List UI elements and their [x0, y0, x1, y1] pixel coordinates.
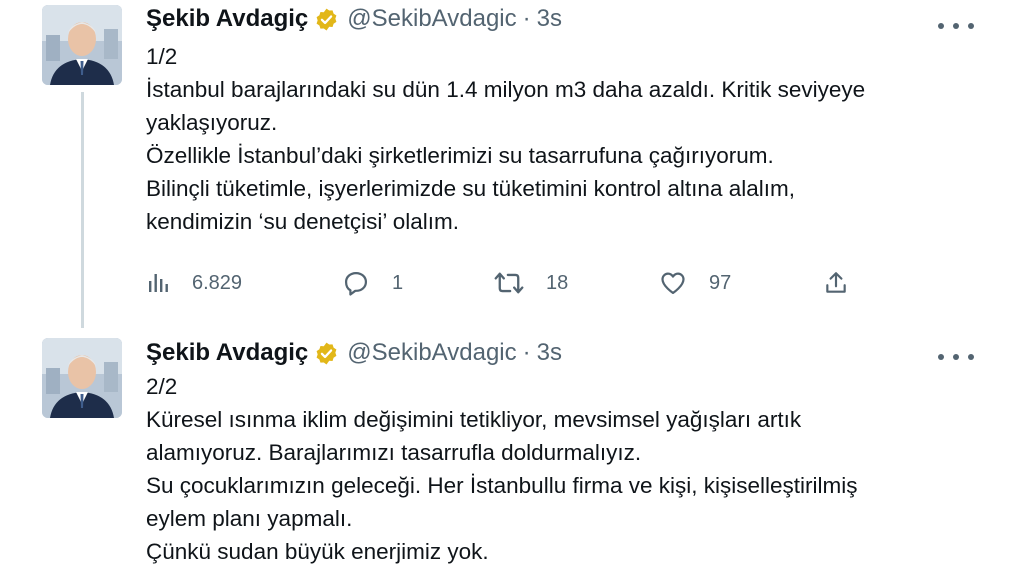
retweet-count: 18	[546, 271, 569, 294]
tweet-text-line: eylem planı yapmalı.	[146, 506, 353, 531]
like-count: 97	[709, 271, 732, 294]
thread-connector-line	[81, 92, 84, 328]
tweet-2[interactable]: Şekib Avdagiç @SekibAvdagic · 3s 2/2 Kür…	[0, 330, 1024, 576]
tweet-text-line: Çünkü sudan büyük enerjimiz yok.	[146, 539, 489, 564]
verified-badge-icon	[314, 7, 339, 32]
heart-icon	[661, 272, 685, 295]
author-handle[interactable]: @SekibAvdagic	[347, 339, 516, 367]
author-handle[interactable]: @SekibAvdagic	[347, 5, 516, 33]
analytics-icon	[149, 274, 168, 292]
retweet-icon	[494, 272, 524, 294]
tweet-1[interactable]: Şekib Avdagiç @SekibAvdagic · 3s 1/2 İst…	[0, 0, 1024, 330]
views-count: 6.829	[192, 271, 243, 294]
thread-view: Şekib Avdagiç @SekibAvdagic · 3s 1/2 İst…	[0, 0, 1024, 576]
avatar[interactable]	[42, 5, 122, 85]
tweet-text-line: alamıyoruz. Barajlarımızı tasarrufla dol…	[146, 440, 642, 465]
tweet-text-line: 1/2	[146, 44, 178, 69]
tweet-text: 1/2 İstanbul barajlarındaki su dün 1.4 m…	[146, 40, 976, 238]
reply-button[interactable]: 1	[342, 265, 403, 301]
tweet-text-line: 2/2	[146, 374, 178, 399]
retweet-button[interactable]: 18	[494, 265, 568, 301]
tweet-text-line: kendimizin ‘su denetçisi’ olalım.	[146, 209, 460, 234]
tweet-text-line: Bilinçli tüketimle, işyerlerimizde su tü…	[146, 176, 795, 201]
more-options-icon[interactable]	[938, 345, 974, 369]
tweet-text-line: Su çocuklarımızın geleceği. Her İstanbul…	[146, 473, 858, 498]
tweet-header: Şekib Avdagiç @SekibAvdagic · 3s	[146, 339, 562, 367]
reply-count: 1	[392, 271, 404, 294]
share-icon	[826, 272, 846, 293]
separator-dot: ·	[522, 5, 531, 32]
tweet-timestamp[interactable]: 3s	[537, 339, 562, 367]
tweet-actions-bar: 6.829 1 18 97	[146, 265, 866, 301]
tweet-text-line: Özellikle İstanbul’daki şirketlerimizi s…	[146, 143, 774, 168]
verified-badge-icon	[314, 341, 339, 366]
author-name[interactable]: Şekib Avdagiç	[146, 5, 308, 33]
tweet-text-line: İstanbul barajlarındaki su dün 1.4 milyo…	[146, 77, 866, 102]
views-button[interactable]: 6.829	[146, 265, 242, 301]
avatar-photo	[42, 338, 122, 418]
author-name[interactable]: Şekib Avdagiç	[146, 339, 308, 367]
separator-dot: ·	[522, 339, 531, 366]
avatar-photo	[42, 5, 122, 85]
more-options-icon[interactable]	[938, 14, 974, 38]
reply-icon	[344, 271, 368, 296]
avatar[interactable]	[42, 338, 122, 418]
tweet-text-line: Küresel ısınma iklim değişimini tetikliy…	[146, 407, 802, 432]
tweet-timestamp[interactable]: 3s	[537, 5, 562, 33]
tweet-header: Şekib Avdagiç @SekibAvdagic · 3s	[146, 5, 562, 33]
share-button[interactable]	[823, 265, 849, 301]
tweet-text: 2/2 Küresel ısınma iklim değişimini teti…	[146, 370, 976, 568]
tweet-text-line: yaklaşıyoruz.	[146, 110, 278, 135]
like-button[interactable]: 97	[659, 265, 731, 301]
